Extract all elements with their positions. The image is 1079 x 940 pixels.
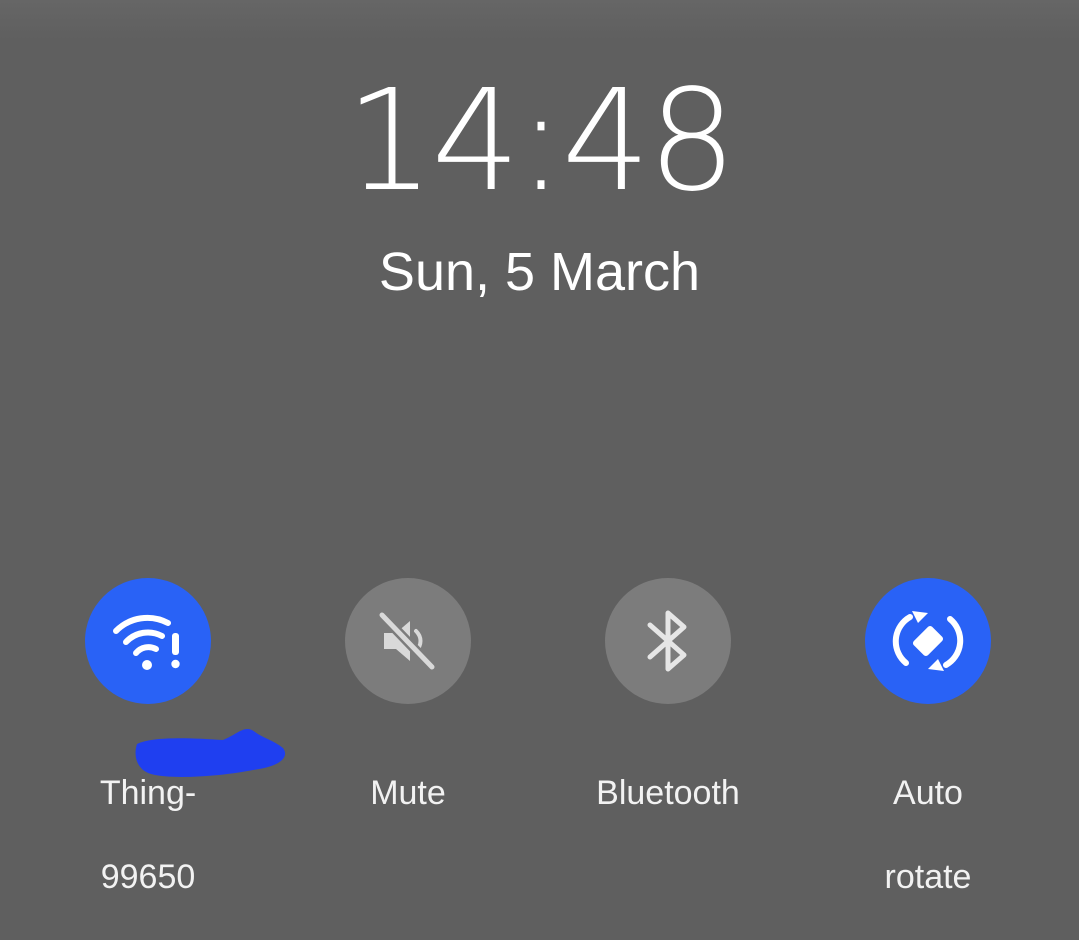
auto-rotate-tile-label: Auto rotate [798, 730, 1058, 940]
clock-date: Sun, 5 March [378, 242, 701, 302]
clock-time: 14:48 [345, 60, 736, 223]
mute-label: Mute [370, 774, 446, 812]
status-area-shade [0, 0, 1079, 40]
wifi-tile-label: Thing- 99650 [18, 730, 278, 940]
wifi-tile[interactable]: Thing- 99650 [18, 578, 278, 940]
auto-rotate-label-line1: Auto [893, 774, 963, 812]
bluetooth-toggle-button[interactable] [605, 578, 731, 704]
auto-rotate-tile[interactable]: Auto rotate [798, 578, 1058, 940]
wifi-toggle-button[interactable] [85, 578, 211, 704]
auto-rotate-icon [892, 611, 964, 671]
auto-rotate-toggle-button[interactable] [865, 578, 991, 704]
bluetooth-icon [647, 610, 687, 672]
bluetooth-tile-label: Bluetooth [538, 730, 798, 856]
wifi-network-name: Thing- [99, 774, 197, 812]
mute-tile[interactable]: Mute [278, 578, 538, 856]
wifi-no-internet-icon [113, 614, 180, 670]
mute-toggle-button[interactable] [345, 578, 471, 704]
auto-rotate-label-line2: rotate [884, 858, 972, 896]
mute-icon [377, 610, 437, 672]
bluetooth-tile[interactable]: Bluetooth [538, 578, 798, 856]
wifi-network-suffix: 99650 [100, 858, 196, 896]
mute-tile-label: Mute [278, 730, 538, 856]
bluetooth-label: Bluetooth [596, 774, 740, 812]
